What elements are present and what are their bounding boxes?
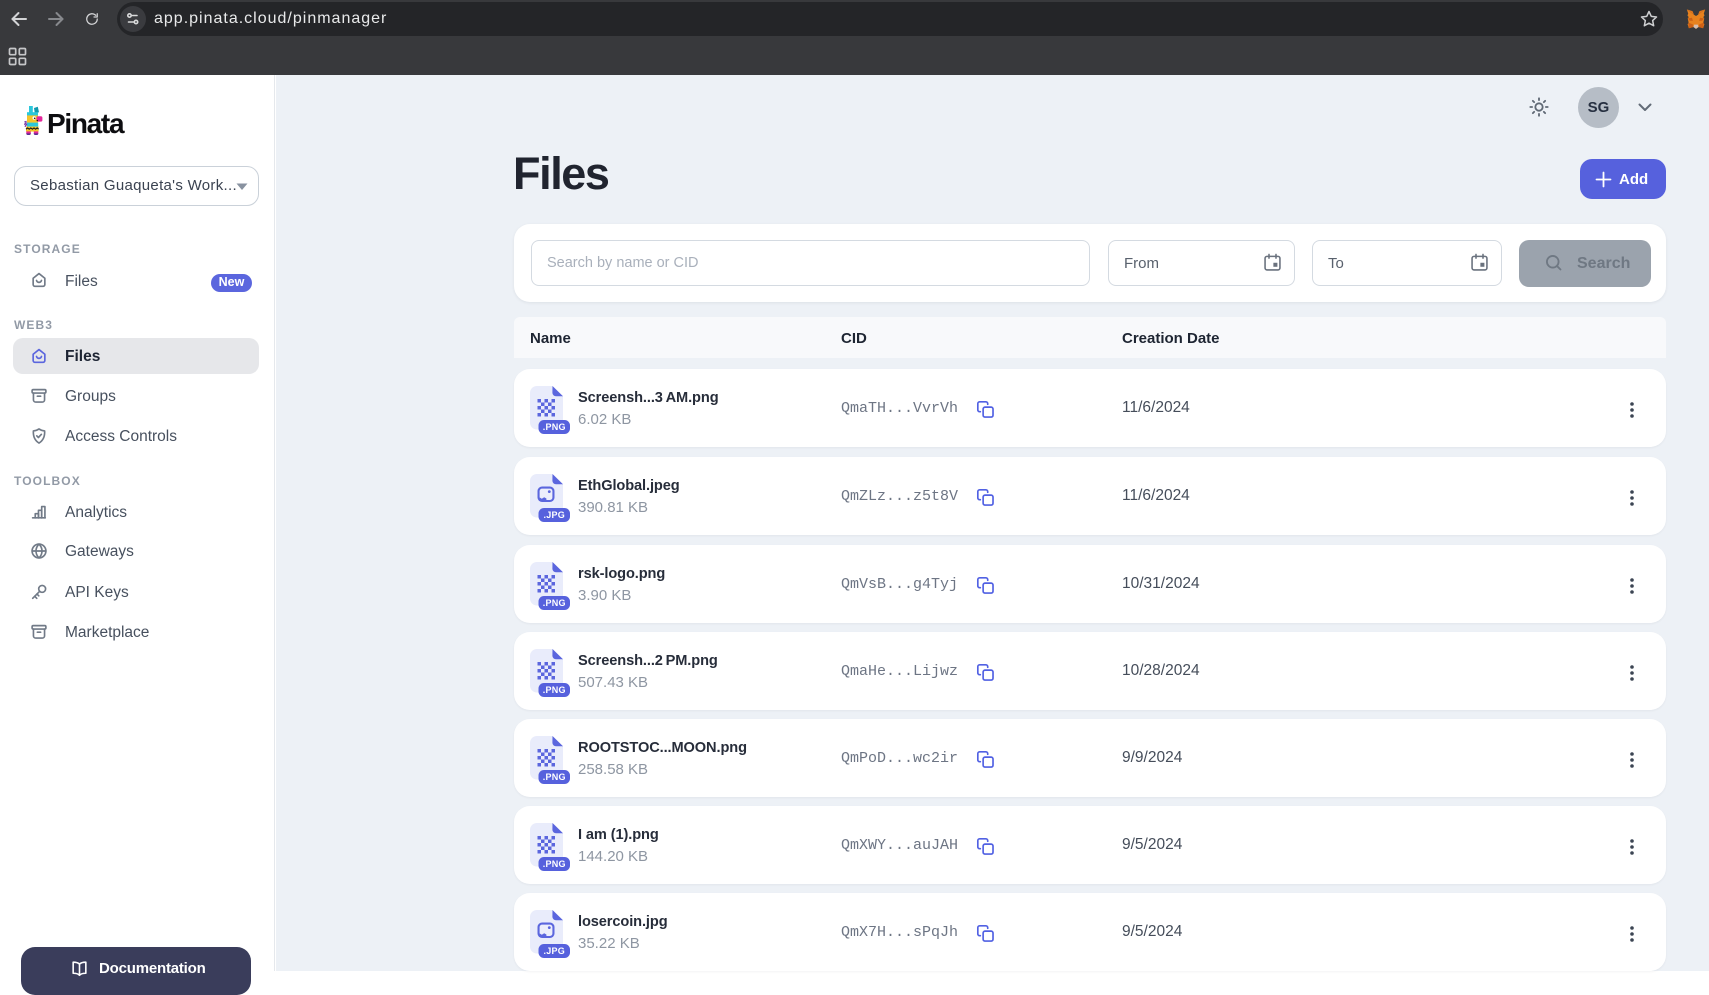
svg-text:.PNG: .PNG: [543, 422, 566, 432]
svg-text:.PNG: .PNG: [543, 859, 566, 869]
svg-text:.PNG: .PNG: [543, 772, 566, 782]
svg-text:.JPG: .JPG: [543, 510, 565, 520]
svg-text:.PNG: .PNG: [543, 685, 566, 695]
svg-text:.JPG: .JPG: [543, 946, 565, 956]
svg-text:.PNG: .PNG: [543, 598, 566, 608]
